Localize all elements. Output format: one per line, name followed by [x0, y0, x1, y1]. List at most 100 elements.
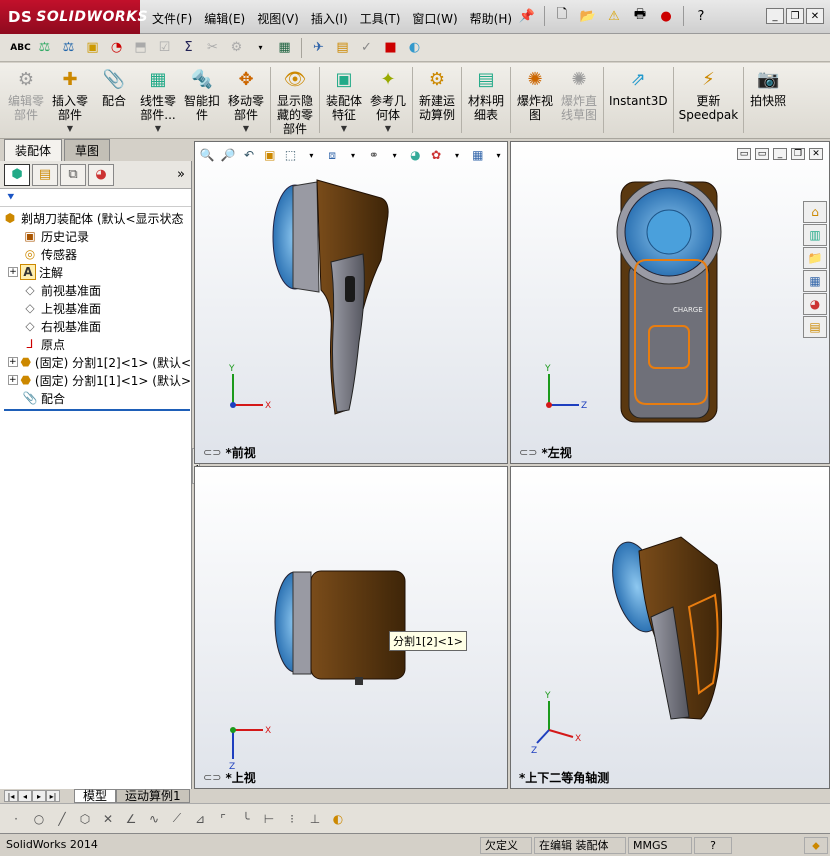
trim-icon[interactable]: ✕ — [98, 809, 118, 829]
file-explorer-icon[interactable]: 📁 — [803, 247, 827, 269]
dropdown-arrow-icon[interactable]: ▾ — [302, 146, 321, 165]
assembly-feature-button[interactable]: ▣ 装配体 特征 ▼ — [322, 63, 366, 136]
expand-toggle-icon[interactable]: + — [8, 357, 18, 367]
tree-node-origin[interactable]: ⅃ 原点 — [0, 335, 191, 353]
menu-view[interactable]: 视图(V) — [251, 8, 305, 29]
design-library-icon[interactable]: ▥ — [803, 224, 827, 246]
link-views-icon[interactable]: ⊂⊃ — [203, 771, 221, 784]
tree-node-part-2[interactable]: + ⬣ (固定) 分割1[1]<1> (默认> — [0, 371, 191, 389]
edit-appearance-icon[interactable]: ◕ — [406, 146, 425, 165]
prev-tab-icon[interactable]: ◂ — [18, 790, 32, 802]
mate-button[interactable]: 📎 配合 — [92, 63, 136, 109]
viewport-isometric[interactable]: Y X Z *上下二等角轴测 — [510, 466, 830, 789]
dropdown-arrow-icon[interactable]: ▾ — [385, 146, 404, 165]
tree-node-right-plane[interactable]: ◇ 右视基准面 — [0, 317, 191, 335]
tab-assembly[interactable]: 装配体 — [4, 139, 63, 161]
edit-component-button[interactable]: ⚙ 编辑零 部件 — [4, 63, 48, 123]
print-icon[interactable]: 🖶 — [629, 6, 651, 26]
next-tab-icon[interactable]: ▸ — [32, 790, 46, 802]
appearances-icon[interactable]: ◕ — [803, 293, 827, 315]
relations-icon[interactable]: ⊥ — [305, 809, 325, 829]
angle-icon[interactable]: ∠ — [121, 809, 141, 829]
minimize-icon[interactable]: _ — [773, 148, 787, 160]
dropdown-arrow-icon[interactable]: ▼ — [67, 122, 73, 136]
tree-node-part-1[interactable]: + ⬣ (固定) 分割1[2]<1> (默认< — [0, 353, 191, 371]
section-view-icon[interactable]: ▣ — [260, 146, 279, 165]
clearance-icon[interactable]: ⚙ — [226, 37, 247, 58]
link-views-icon[interactable]: ⊂⊃ — [203, 446, 221, 459]
exploded-view-button[interactable]: ✺ 爆炸视 图 — [513, 63, 557, 123]
view-orientation-icon[interactable]: ⧈ — [323, 146, 342, 165]
viewport-left[interactable]: ▭ ▭ _ ❐ ✕ CHARGE Y Z ⊂⊃ *左视 — [510, 141, 830, 464]
tree-node-front-plane[interactable]: ◇ 前视基准面 — [0, 281, 191, 299]
tab-motion-study[interactable]: 运动算例1 — [116, 789, 190, 803]
smart-fastener-button[interactable]: 🔩 智能扣 件 — [180, 63, 224, 123]
section-properties-icon[interactable]: ▣ — [82, 37, 103, 58]
expand-toggle-icon[interactable]: + — [8, 375, 18, 385]
zoom-to-fit-icon[interactable]: 🔍 — [198, 146, 217, 165]
interference-icon[interactable]: ✂ — [202, 37, 223, 58]
rebuild-icon[interactable]: ⚠ — [603, 6, 625, 26]
measure-icon[interactable]: ⚖ — [34, 37, 55, 58]
view-palette-icon[interactable]: ▦ — [803, 270, 827, 292]
tree-node-history[interactable]: ▣ 历史记录 — [0, 227, 191, 245]
menu-edit[interactable]: 编辑(E) — [198, 8, 251, 29]
tab-sketch[interactable]: 草图 — [64, 139, 111, 161]
equations-icon[interactable]: Σ — [178, 37, 199, 58]
menu-file[interactable]: 文件(F) — [146, 8, 198, 29]
home-icon[interactable]: ⌂ — [803, 201, 827, 223]
dropdown-arrow-icon[interactable]: ▾ — [344, 146, 363, 165]
explode-line-button[interactable]: ✺ 爆炸直 线草图 — [557, 63, 601, 123]
rollback-bar[interactable] — [4, 409, 190, 411]
fillet-icon[interactable]: ╰ — [236, 809, 256, 829]
viewport-top[interactable]: X Z ⊂⊃ *上视 — [194, 466, 508, 789]
dropdown-arrow-icon[interactable]: ▼ — [243, 122, 249, 136]
help-icon[interactable]: ? — [690, 6, 712, 26]
speedpak-button[interactable]: ⚡ 更新 Speedpak — [676, 63, 742, 123]
dropdown-arrow-icon[interactable]: ▼ — [385, 122, 391, 136]
status-question-icon[interactable]: ? — [694, 837, 732, 854]
new-document-icon[interactable]: 🗋 — [551, 6, 573, 26]
tree-node-annotations[interactable]: + A 注解 — [0, 263, 191, 281]
close-icon[interactable]: ✕ — [806, 8, 824, 24]
solidworks-logo[interactable]: DS SOLIDWORKS — [0, 0, 148, 34]
property-manager-icon[interactable]: ▤ — [32, 163, 58, 186]
analysis-icon[interactable]: ✈ — [308, 37, 329, 58]
spline-icon[interactable]: ∿ — [144, 809, 164, 829]
viewport-front[interactable]: Y X ⊂⊃ *前视 — [194, 141, 508, 464]
zoom-to-area-icon[interactable]: 🔎 — [219, 146, 238, 165]
viewport-tile-icon[interactable]: ▭ — [737, 148, 751, 160]
appearance-icon[interactable]: ◐ — [404, 37, 425, 58]
dynamic-annotation-icon[interactable]: ⬚ — [281, 146, 300, 165]
restore-icon[interactable]: ❐ — [786, 8, 804, 24]
tree-node-sensors[interactable]: ◎ 传感器 — [0, 245, 191, 263]
accept-icon[interactable]: ✓ — [356, 37, 377, 58]
menu-window[interactable]: 窗口(W) — [406, 8, 463, 29]
scene-icon[interactable]: ✿ — [427, 146, 446, 165]
snapshot-button[interactable]: 📷 拍快照 — [746, 63, 790, 109]
geometry-analysis-icon[interactable]: ⬒ — [130, 37, 151, 58]
check-icon[interactable]: ◔ — [106, 37, 127, 58]
open-icon[interactable]: 📂 — [577, 6, 599, 26]
link-views-icon[interactable]: ⊂⊃ — [519, 446, 537, 459]
last-tab-icon[interactable]: ▸| — [46, 790, 60, 802]
move-component-button[interactable]: ✥ 移动零 部件 ▼ — [224, 63, 268, 136]
dropdown-arrow-icon[interactable]: ▼ — [155, 122, 161, 136]
sketch-appearance-icon[interactable]: ◐ — [328, 809, 348, 829]
expand-toggle-icon[interactable]: + — [8, 267, 18, 277]
polygon-icon[interactable]: ⬡ — [75, 809, 95, 829]
corner-icon[interactable]: ⌜ — [213, 809, 233, 829]
point-icon[interactable]: · — [6, 809, 26, 829]
pattern-icon[interactable]: ⁝ — [282, 809, 302, 829]
hide-show-items-icon[interactable]: ⚭ — [364, 146, 383, 165]
linear-pattern-button[interactable]: ▦ 线性零 部件... ▼ — [136, 63, 180, 136]
dropdown-arrow-icon[interactable]: ▾ — [250, 37, 271, 58]
pin-icon[interactable]: 📌 — [516, 6, 538, 26]
status-tag-icon[interactable]: ⬥ — [804, 837, 828, 854]
tab-model[interactable]: 模型 — [74, 789, 117, 803]
configuration-manager-icon[interactable]: ⧉ — [60, 163, 86, 186]
close-icon[interactable]: ✕ — [809, 148, 823, 160]
previous-view-icon[interactable]: ↶ — [240, 146, 259, 165]
menu-insert[interactable]: 插入(I) — [305, 8, 354, 29]
motion-study-button[interactable]: ⚙ 新建运 动算例 — [415, 63, 459, 123]
